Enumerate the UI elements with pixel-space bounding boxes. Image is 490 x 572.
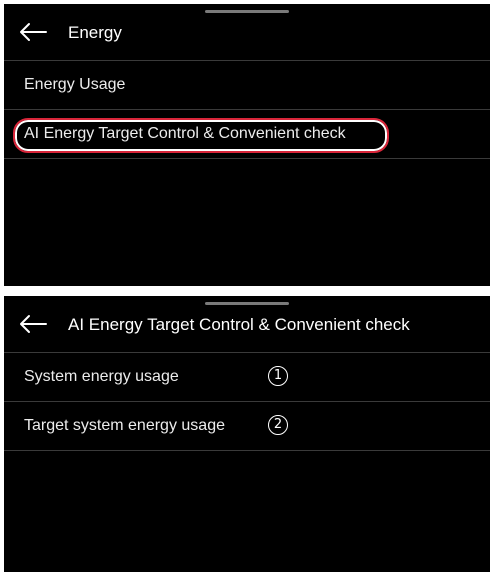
back-button[interactable]	[18, 20, 48, 44]
callout-number: 2	[268, 415, 288, 435]
menu-item-system-energy-usage[interactable]: System energy usage 1	[4, 353, 490, 402]
page-title: AI Energy Target Control & Convenient ch…	[68, 315, 410, 334]
menu-item-target-system-energy-usage[interactable]: Target system energy usage 2	[4, 402, 490, 451]
callout-number: 1	[268, 366, 288, 386]
menu-item-ai-energy-target-control[interactable]: AI Energy Target Control & Convenient ch…	[4, 110, 490, 159]
back-arrow-icon	[20, 315, 47, 333]
menu-item-energy-usage[interactable]: Energy Usage	[4, 61, 490, 110]
page-title: Energy	[68, 23, 122, 42]
menu-item-label: AI Energy Target Control & Convenient ch…	[24, 125, 346, 142]
back-arrow-icon	[20, 23, 47, 41]
menu-item-label: Target system energy usage	[24, 417, 225, 434]
ai-energy-screen: AI Energy Target Control & Convenient ch…	[4, 296, 490, 572]
menu-item-label: System energy usage	[24, 368, 179, 385]
energy-screen: Energy Energy Usage AI Energy Target Con…	[4, 4, 490, 286]
energy-header: Energy	[4, 4, 490, 61]
ai-energy-header: AI Energy Target Control & Convenient ch…	[4, 296, 490, 353]
back-button[interactable]	[18, 312, 48, 336]
menu-item-label: Energy Usage	[24, 76, 126, 93]
